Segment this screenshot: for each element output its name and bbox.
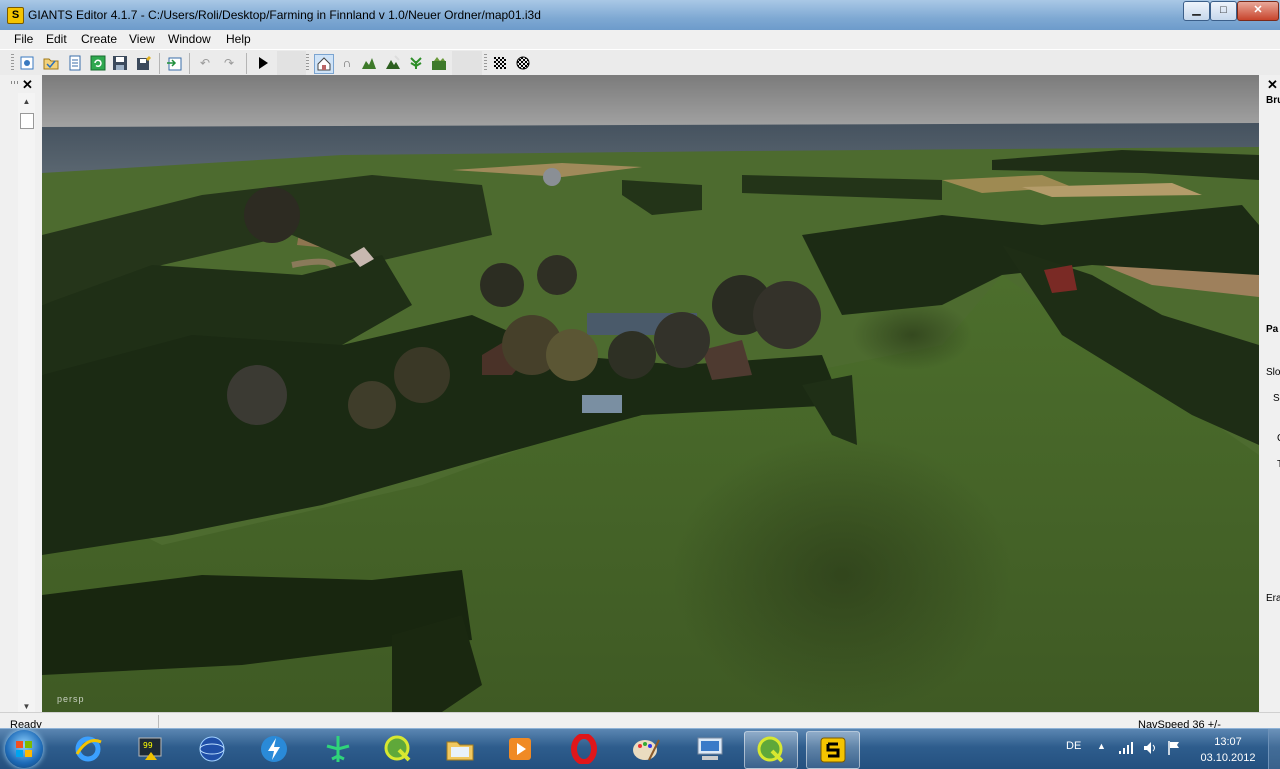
left-dock-panel: ✕ ▲ ▼	[0, 75, 42, 715]
show-desktop-button[interactable]	[1268, 729, 1280, 769]
window-title: GIANTS Editor 4.1.7 - C:/Users/Roli/Desk…	[28, 8, 541, 22]
action-center-flag-icon[interactable]	[1166, 740, 1182, 756]
terrain-scene[interactable]	[42, 75, 1259, 712]
farm-building	[582, 395, 622, 413]
minimize-button[interactable]: ▁	[1183, 1, 1210, 21]
windows-taskbar: 99 DE ▲ 13:07 03.10.2012	[0, 728, 1280, 769]
windows-logo-icon	[16, 741, 32, 757]
title-bar: S GIANTS Editor 4.1.7 - C:/Users/Roli/De…	[0, 0, 1280, 30]
scroll-thumb[interactable]	[20, 113, 34, 129]
open-icon[interactable]	[42, 54, 60, 72]
system-clock[interactable]: 13:07 03.10.2012	[1198, 734, 1258, 766]
tree	[608, 331, 656, 379]
toolbar-separator	[189, 53, 190, 74]
volume-icon[interactable]	[1142, 741, 1158, 755]
toolbar-grip[interactable]	[11, 54, 14, 72]
toolbar-separator	[159, 53, 160, 74]
tree	[546, 329, 598, 381]
params-label: Pa	[1266, 324, 1279, 335]
left-panel-close-button[interactable]: ✕	[22, 77, 33, 93]
thunderbolt-icon[interactable]	[248, 731, 300, 767]
new-icon[interactable]	[18, 54, 36, 72]
toolbar-grip[interactable]	[306, 54, 309, 72]
toolbar-separator	[246, 53, 247, 74]
tray-expand-icon[interactable]: ▲	[1097, 741, 1106, 751]
giants-editor-icon[interactable]	[806, 731, 860, 769]
menu-bar: File Edit Create View Window Help	[0, 30, 1280, 49]
import-icon[interactable]	[165, 54, 183, 72]
menu-edit[interactable]: Edit	[46, 32, 67, 46]
folder-icon[interactable]	[434, 731, 486, 767]
remote-desktop-icon[interactable]	[684, 731, 736, 767]
sky	[42, 75, 1259, 127]
menu-help[interactable]: Help	[226, 32, 251, 46]
toolbar-grip[interactable]	[484, 54, 487, 72]
slope-label: Slo	[1266, 367, 1280, 378]
camera-label: persp	[57, 694, 85, 704]
redo-icon[interactable]: ↷	[220, 54, 238, 72]
main-toolbar: ↶ ↷ ∩	[0, 49, 1280, 77]
save-icon[interactable]	[111, 54, 129, 72]
size-label: S	[1273, 393, 1280, 404]
silo	[543, 168, 561, 186]
save-as-icon[interactable]	[135, 54, 153, 72]
select-mode-icon[interactable]	[314, 54, 334, 74]
undo-icon[interactable]: ↶	[196, 54, 214, 72]
tree	[537, 255, 577, 295]
tree	[480, 263, 524, 307]
hill-shadow	[672, 435, 1012, 712]
media-player-icon[interactable]	[494, 731, 546, 767]
status-divider	[158, 715, 159, 728]
tree	[227, 365, 287, 425]
menu-create[interactable]: Create	[81, 32, 117, 46]
menu-view[interactable]: View	[129, 32, 155, 46]
foliage-paint-icon[interactable]	[407, 54, 425, 72]
menu-window[interactable]: Window	[168, 32, 211, 46]
move-mode-icon[interactable]: ∩	[338, 54, 356, 72]
grid-icon[interactable]	[491, 54, 509, 72]
quantum-gis-active-icon[interactable]	[744, 731, 798, 769]
maximize-button[interactable]: □	[1210, 1, 1237, 21]
network-signal-icon[interactable]	[1118, 741, 1134, 755]
toolbar-spacer	[452, 51, 482, 75]
opera-icon[interactable]	[558, 731, 610, 767]
paint-icon[interactable]	[620, 731, 672, 767]
terrain-paint-icon[interactable]	[384, 54, 402, 72]
status-bar: Ready NavSpeed 36 +/-	[0, 712, 1280, 731]
toolbar-spacer	[277, 51, 306, 75]
globe-icon[interactable]	[186, 731, 238, 767]
terrain-sculpt-icon[interactable]	[360, 54, 378, 72]
terrain-detail-icon[interactable]	[430, 54, 448, 72]
list-icon[interactable]	[66, 54, 84, 72]
system-monitor-icon[interactable]: 99	[124, 731, 176, 767]
tree	[394, 347, 450, 403]
left-panel-scrollbar[interactable]: ▲ ▼	[18, 93, 35, 715]
tree	[654, 312, 710, 368]
plane-icon[interactable]	[312, 731, 364, 767]
erase-label: Era	[1266, 593, 1280, 604]
grid-snap-icon[interactable]	[514, 54, 532, 72]
close-button[interactable]: ✕	[1237, 1, 1279, 21]
panel-grip[interactable]	[11, 81, 19, 84]
play-icon[interactable]	[254, 54, 272, 72]
clock-time: 13:07	[1214, 736, 1242, 748]
right-panel-close-button[interactable]: ✕	[1267, 77, 1278, 93]
quantum-gis-icon[interactable]	[372, 731, 424, 767]
language-indicator[interactable]: DE	[1066, 740, 1081, 752]
refresh-icon[interactable]	[89, 54, 107, 72]
tree	[348, 381, 396, 429]
right-dock-panel: ✕ Bru Pa Slo S C T Era	[1259, 75, 1280, 715]
tree	[244, 187, 300, 243]
svg-text:99: 99	[143, 741, 153, 750]
3d-viewport[interactable]: persp	[42, 75, 1259, 712]
start-button[interactable]	[5, 730, 43, 768]
giants-app-icon[interactable]: S	[7, 7, 24, 24]
brush-label: Bru	[1266, 95, 1280, 106]
menu-file[interactable]: File	[14, 32, 33, 46]
internet-explorer-icon[interactable]	[62, 731, 114, 767]
scroll-up-arrow-icon[interactable]: ▲	[18, 93, 35, 110]
clock-date: 03.10.2012	[1200, 752, 1256, 764]
tree	[753, 281, 821, 349]
